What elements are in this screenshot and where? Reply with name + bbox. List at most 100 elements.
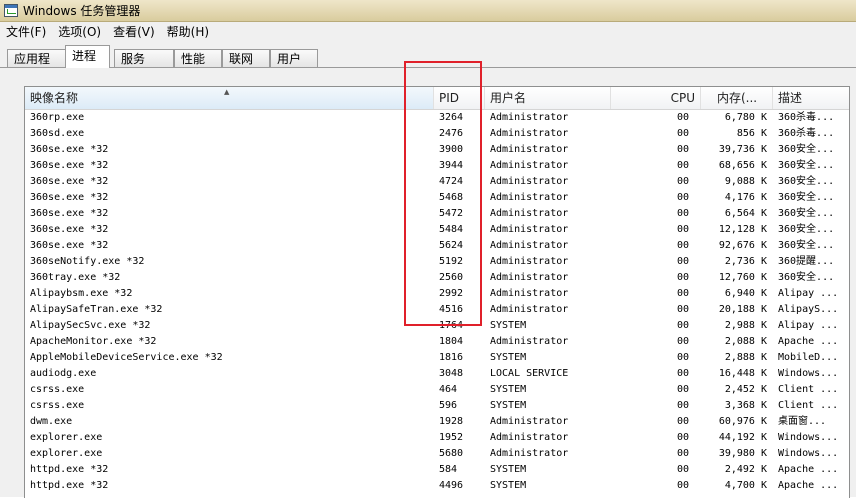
processes-panel: 映像名称 ▲ PID 用户名 CPU 内存(... 描述 360rp.exe 32… <box>0 67 856 498</box>
process-name: explorer.exe <box>30 448 103 459</box>
process-cpu: 00 <box>676 288 689 299</box>
process-user: Administrator <box>490 224 569 235</box>
table-row[interactable]: 360se.exe *32 5624 Administrator 00 92,676 K… <box>25 238 849 254</box>
process-user: Administrator <box>490 128 569 139</box>
process-description: AlipayS... <box>778 304 839 315</box>
process-name: 360tray.exe *32 <box>30 272 121 283</box>
table-row[interactable]: 360rp.exe 3264 Administrator 00 6,780 K 360杀毒… <box>25 110 849 126</box>
table-row[interactable]: AlipaySafeTran.exe *32 4516 Administrator 0… <box>25 302 849 318</box>
process-memory: 44,192 K <box>718 432 767 443</box>
table-row[interactable]: 360se.exe *32 3944 Administrator 00 68,656 K… <box>25 158 849 174</box>
process-cpu: 00 <box>676 416 689 427</box>
table-row[interactable]: 360se.exe *32 5472 Administrator 00 6,564 K 3… <box>25 206 849 222</box>
process-cpu: 00 <box>676 464 689 475</box>
process-cpu: 00 <box>676 320 689 331</box>
process-description: 360杀毒... <box>778 112 835 123</box>
table-row[interactable]: AlipaySecSvc.exe *32 1764 SYSTEM 00 2,988 K A… <box>25 318 849 334</box>
process-pid: 5680 <box>439 448 464 459</box>
process-user: Administrator <box>490 192 569 203</box>
process-cpu: 00 <box>676 224 689 235</box>
process-user: Administrator <box>490 208 569 219</box>
process-pid: 3900 <box>439 144 464 155</box>
process-cpu: 00 <box>676 128 689 139</box>
table-row[interactable]: 360se.exe *32 4724 Administrator 00 9,088 K 3… <box>25 174 849 190</box>
table-row[interactable]: 360se.exe *32 5468 Administrator 00 4,176 K 3… <box>25 190 849 206</box>
tab-processes[interactable]: 进程 <box>65 45 110 68</box>
process-cpu: 00 <box>676 240 689 251</box>
process-pid: 1764 <box>439 320 464 331</box>
tab-performance[interactable]: 性能 <box>174 49 222 67</box>
process-description: 360安全... <box>778 240 835 251</box>
process-user: SYSTEM <box>490 320 527 331</box>
process-description: Client ... <box>778 400 839 411</box>
process-user: Administrator <box>490 256 569 267</box>
menu-file[interactable]: 文件(F) <box>0 22 52 42</box>
column-header-pid[interactable]: PID <box>434 87 485 109</box>
table-row[interactable]: explorer.exe 5680 Administrator 00 39,980 K W… <box>25 446 849 462</box>
column-header-memory[interactable]: 内存(... <box>701 87 773 109</box>
menu-bar: 文件(F) 选项(O) 查看(V) 帮助(H) <box>0 22 856 42</box>
task-manager-icon <box>4 4 18 17</box>
table-row[interactable]: 360se.exe *32 5484 Administrator 00 12,128 K… <box>25 222 849 238</box>
process-description: 360安全... <box>778 160 835 171</box>
process-cpu: 00 <box>676 304 689 315</box>
menu-options[interactable]: 选项(O) <box>52 22 107 42</box>
column-header-image-name[interactable]: 映像名称 ▲ <box>25 87 434 109</box>
process-pid: 4516 <box>439 304 464 315</box>
process-memory: 2,088 K <box>724 336 767 347</box>
column-header-image-name-label: 映像名称 <box>30 91 79 105</box>
process-pid: 1952 <box>439 432 464 443</box>
table-row[interactable]: httpd.exe *32 584 SYSTEM 00 2,492 K Apache ..… <box>25 462 849 478</box>
process-description: Windows... <box>778 368 839 379</box>
process-memory: 2,452 K <box>724 384 767 395</box>
process-list[interactable]: 映像名称 ▲ PID 用户名 CPU 内存(... 描述 360rp.exe 32… <box>24 86 850 498</box>
table-row[interactable]: ApacheMonitor.exe *32 1804 Administrator 00… <box>25 334 849 350</box>
process-description: MobileD... <box>778 352 839 363</box>
process-description: Windows... <box>778 448 839 459</box>
table-row[interactable]: explorer.exe 1952 Administrator 00 44,192 K W… <box>25 430 849 446</box>
tab-networking[interactable]: 联网 <box>222 49 270 67</box>
column-header-user[interactable]: 用户名 <box>485 87 611 109</box>
title-bar[interactable]: Windows 任务管理器 <box>0 0 856 22</box>
menu-help[interactable]: 帮助(H) <box>161 22 215 42</box>
process-pid: 2992 <box>439 288 464 299</box>
tab-users[interactable]: 用户 <box>270 49 318 67</box>
table-row[interactable]: 360se.exe *32 3900 Administrator 00 39,736 K… <box>25 142 849 158</box>
window-title: Windows 任务管理器 <box>23 4 141 18</box>
process-description: Client ... <box>778 384 839 395</box>
table-row[interactable]: dwm.exe 1928 Administrator 00 60,976 K 桌面窗... <box>25 414 849 430</box>
process-description: Apache ... <box>778 464 839 475</box>
column-header-cpu[interactable]: CPU <box>611 87 701 109</box>
process-user: Administrator <box>490 288 569 299</box>
process-cpu: 00 <box>676 192 689 203</box>
table-row[interactable]: AppleMobileDeviceService.exe *32 1816 SYST… <box>25 350 849 366</box>
table-row[interactable]: 360seNotify.exe *32 5192 Administrator 00 2,… <box>25 254 849 270</box>
process-description: Apache ... <box>778 336 839 347</box>
process-description: Windows... <box>778 432 839 443</box>
tab-applications[interactable]: 应用程序 <box>7 49 66 84</box>
table-row[interactable]: 360tray.exe *32 2560 Administrator 00 12,760… <box>25 270 849 286</box>
process-name: AppleMobileDeviceService.exe *32 <box>30 352 223 363</box>
process-memory: 92,676 K <box>718 240 767 251</box>
process-name: 360sd.exe <box>30 128 85 139</box>
process-cpu: 00 <box>676 384 689 395</box>
table-row[interactable]: httpd.exe *32 4496 SYSTEM 00 4,700 K Apache .… <box>25 478 849 494</box>
process-memory: 68,656 K <box>718 160 767 171</box>
menu-view[interactable]: 查看(V) <box>107 22 161 42</box>
table-row[interactable]: csrss.exe 596 SYSTEM 00 3,368 K Client ... <box>25 398 849 414</box>
table-row[interactable]: audiodg.exe 3048 LOCAL SERVICE 00 16,448 K Wi… <box>25 366 849 382</box>
process-cpu: 00 <box>676 208 689 219</box>
table-row[interactable]: Alipaybsm.exe *32 2992 Administrator 00 6,94… <box>25 286 849 302</box>
process-memory: 39,736 K <box>718 144 767 155</box>
table-row[interactable]: csrss.exe 464 SYSTEM 00 2,452 K Client ... <box>25 382 849 398</box>
process-pid: 5624 <box>439 240 464 251</box>
process-memory: 16,448 K <box>718 368 767 379</box>
process-name: httpd.exe *32 <box>30 480 109 491</box>
process-memory: 2,988 K <box>724 320 767 331</box>
process-rows: 360rp.exe 3264 Administrator 00 6,780 K 360杀毒… <box>25 110 849 494</box>
column-header-description[interactable]: 描述 <box>773 87 849 109</box>
table-row[interactable]: 360sd.exe 2476 Administrator 00 856 K 360杀毒..… <box>25 126 849 142</box>
tab-services[interactable]: 服务 <box>114 49 174 67</box>
process-pid: 3264 <box>439 112 464 123</box>
process-user: SYSTEM <box>490 480 527 491</box>
